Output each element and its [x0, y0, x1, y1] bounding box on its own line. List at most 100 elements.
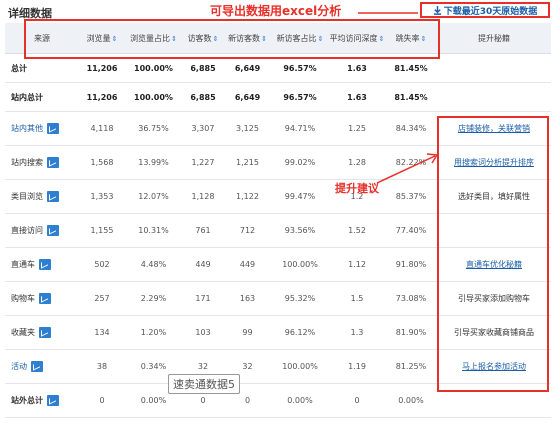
trend-chart-icon[interactable] [39, 293, 51, 304]
metric-cell: 1,128 [182, 179, 224, 214]
source-label[interactable]: 活动 [11, 362, 27, 371]
metric-cell: 761 [182, 213, 224, 248]
source-cell: 站外总计 [5, 383, 79, 418]
source-cell: 直接访问 [5, 213, 79, 248]
source-label: 总计 [11, 63, 27, 73]
source-cell: 站内总计 [5, 82, 79, 112]
annotation-arrow-top [358, 12, 418, 14]
table-row: 站内总计 11,206 100.00% 6,885 6,649 96.57% 1.63 81.… [5, 82, 551, 112]
metric-cell: 1,227 [182, 145, 224, 180]
annotation-arrow-advice [376, 153, 439, 184]
metric-cell: 10.31% [125, 213, 182, 248]
metric-cell: 103 [182, 315, 224, 350]
source-label: 站外总计 [11, 396, 43, 405]
trend-chart-icon[interactable] [39, 259, 51, 270]
metric-cell: 77.40% [385, 213, 437, 248]
metric-cell: 712 [224, 213, 271, 248]
metric-cell: 6,885 [182, 82, 224, 112]
metric-cell: 99.47% [271, 179, 329, 214]
metric-cell: 13.99% [125, 145, 182, 180]
metric-cell: 12.07% [125, 179, 182, 214]
source-label: 站内总计 [11, 92, 43, 102]
metric-cell: 0 [79, 383, 125, 418]
metric-cell: 3,307 [182, 111, 224, 146]
advice-cell [437, 82, 551, 112]
trend-chart-icon[interactable] [47, 157, 59, 168]
source-label[interactable]: 站内其他 [11, 124, 43, 133]
metric-cell: 0.00% [385, 383, 437, 418]
source-cell: 站内搜索 [5, 145, 79, 180]
metric-cell: 171 [182, 281, 224, 316]
trend-chart-icon[interactable] [47, 123, 59, 134]
source-label: 直通车 [11, 260, 35, 269]
metric-cell: 449 [182, 247, 224, 282]
metric-cell: 3,125 [224, 111, 271, 146]
source-label: 直接访问 [11, 226, 43, 235]
download-button-label: 下载最近30天原始数据 [443, 7, 538, 17]
source-cell: 收藏夹 [5, 315, 79, 350]
watermark-caption: 速卖通数据5 [168, 374, 240, 394]
metric-cell: 99.02% [271, 145, 329, 180]
metric-cell: 1,215 [224, 145, 271, 180]
metric-cell: 96.57% [271, 82, 329, 112]
metric-cell: 91.80% [385, 247, 437, 282]
source-cell: 活动 [5, 349, 79, 384]
metric-cell: 81.45% [385, 82, 437, 112]
source-cell: 站内其他 [5, 111, 79, 146]
metric-cell: 1.12 [329, 247, 385, 282]
metric-cell: 134 [79, 315, 125, 350]
metric-cell: 96.12% [271, 315, 329, 350]
metric-cell: 95.32% [271, 281, 329, 316]
metric-cell: 84.34% [385, 111, 437, 146]
metric-cell: 81.25% [385, 349, 437, 384]
metric-cell: 99 [224, 315, 271, 350]
metric-cell: 1.5 [329, 281, 385, 316]
metric-cell: 81.90% [385, 315, 437, 350]
advice-label: 提升建议 [335, 182, 379, 195]
metric-cell: 1,353 [79, 179, 125, 214]
source-label: 站内搜索 [11, 158, 43, 167]
download-raw-data-button[interactable]: 下载最近30天原始数据 [420, 2, 550, 18]
metric-cell: 1.3 [329, 315, 385, 350]
column-header: 提升秘籍 [437, 23, 551, 54]
column-header-label: 提升秘籍 [478, 33, 510, 43]
source-label: 类目浏览 [11, 192, 43, 201]
metrics-header-highlight [24, 19, 440, 59]
metric-cell: 93.56% [271, 213, 329, 248]
metric-cell: 449 [224, 247, 271, 282]
trend-chart-icon[interactable] [31, 361, 43, 372]
source-cell: 购物车 [5, 281, 79, 316]
metric-cell: 1.19 [329, 349, 385, 384]
source-cell: 直通车 [5, 247, 79, 282]
metric-cell: 1.63 [329, 82, 385, 112]
download-icon [433, 6, 441, 15]
metric-cell: 94.71% [271, 111, 329, 146]
metric-cell: 73.08% [385, 281, 437, 316]
source-label: 购物车 [11, 294, 35, 303]
metric-cell: 100.00% [125, 82, 182, 112]
metric-cell: 0 [329, 383, 385, 418]
trend-chart-icon[interactable] [47, 395, 59, 406]
metric-cell: 502 [79, 247, 125, 282]
metric-cell: 11,206 [79, 82, 125, 112]
metric-cell: 1.20% [125, 315, 182, 350]
metric-cell: 1,122 [224, 179, 271, 214]
metric-cell: 163 [224, 281, 271, 316]
metric-cell: 1.25 [329, 111, 385, 146]
source-cell: 类目浏览 [5, 179, 79, 214]
metric-cell: 1.52 [329, 213, 385, 248]
metric-cell: 100.00% [271, 349, 329, 384]
metric-cell: 1,568 [79, 145, 125, 180]
metric-cell: 100.00% [271, 247, 329, 282]
trend-chart-icon[interactable] [39, 327, 51, 338]
metric-cell: 36.75% [125, 111, 182, 146]
advice-cell [437, 53, 551, 83]
metric-cell: 1,155 [79, 213, 125, 248]
trend-chart-icon[interactable] [47, 225, 59, 236]
advice-column-highlight [437, 116, 549, 392]
source-label: 收藏夹 [11, 328, 35, 337]
metric-cell: 4.48% [125, 247, 182, 282]
metric-cell: 38 [79, 349, 125, 384]
trend-chart-icon[interactable] [47, 191, 59, 202]
metric-cell: 4,118 [79, 111, 125, 146]
